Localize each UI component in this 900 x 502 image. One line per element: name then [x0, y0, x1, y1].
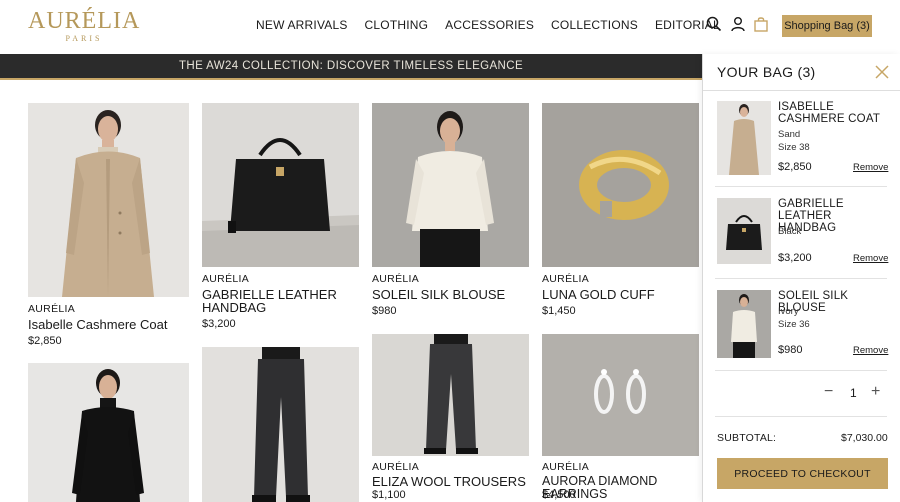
product-brand: AURÉLIA	[372, 273, 420, 285]
cart-item-price: $3,200	[778, 252, 812, 264]
nav-collections[interactable]: COLLECTIONS	[551, 18, 638, 32]
logo-subtitle: PARIS	[65, 34, 103, 43]
product-name[interactable]: ELIZA WOOL TROUSERS	[372, 475, 526, 488]
product-image[interactable]	[542, 103, 699, 267]
cart-item-color: Black	[778, 226, 802, 237]
divider	[703, 90, 900, 91]
product-price: $3,200	[202, 318, 236, 330]
promo-banner[interactable]: THE AW24 COLLECTION: DISCOVER TIMELESS E…	[0, 54, 702, 80]
quantity-value[interactable]: 1	[850, 386, 857, 400]
shopping-bag-button[interactable]: Shopping Bag (3)	[782, 15, 872, 37]
product-brand: AURÉLIA	[372, 461, 420, 473]
bag-icon[interactable]	[753, 16, 771, 34]
cart-item-image[interactable]	[717, 198, 771, 264]
product-price: $1,450	[542, 305, 576, 317]
quantity-decrease-button[interactable]: −	[824, 383, 833, 401]
product-image[interactable]	[202, 103, 359, 267]
subtotal-label: SUBTOTAL:	[717, 432, 777, 444]
cart-item-size: Size 36	[778, 319, 810, 330]
product-name[interactable]: Isabelle Cashmere Coat	[28, 318, 167, 331]
product-card[interactable]: AURÉLIA SOLEIL SILK BLOUSE $980	[372, 103, 529, 335]
product-brand: AURÉLIA	[28, 303, 76, 315]
cart-drawer: YOUR BAG (3) ISABELLE CASHMERE COAT Sand…	[702, 54, 900, 502]
cart-item-color: Ivory	[778, 306, 799, 317]
close-icon[interactable]	[875, 65, 889, 79]
nav-new-arrivals[interactable]: NEW ARRIVALS	[256, 18, 348, 32]
remove-item-button[interactable]: Remove	[853, 253, 888, 264]
account-icon[interactable]	[730, 16, 748, 34]
product-card[interactable]: AURÉLIA LUNA GOLD CUFF $1,450	[542, 103, 699, 335]
divider	[715, 278, 887, 279]
product-price: $2,850	[28, 335, 62, 347]
search-icon[interactable]	[706, 16, 724, 34]
quantity-increase-button[interactable]: +	[871, 383, 880, 401]
remove-item-button[interactable]: Remove	[853, 162, 888, 173]
product-card[interactable]: AURÉLIA ELIZA WOOL TROUSERS $1,100	[372, 334, 529, 502]
product-brand: AURÉLIA	[202, 273, 250, 285]
product-image[interactable]	[372, 103, 529, 267]
cart-item-name[interactable]: ISABELLE CASHMERE COAT	[778, 101, 893, 125]
cart-item-image[interactable]	[717, 290, 771, 358]
product-image[interactable]	[202, 347, 359, 502]
cart-item-image[interactable]	[717, 101, 771, 175]
product-image[interactable]	[28, 103, 189, 297]
divider	[715, 370, 887, 371]
nav-accessories[interactable]: ACCESSORIES	[445, 18, 534, 32]
checkout-button[interactable]: PROCEED TO CHECKOUT	[717, 458, 888, 489]
product-brand: AURÉLIA	[542, 273, 590, 285]
product-price: $4,500	[542, 489, 576, 501]
product-name[interactable]: GABRIELLE LEATHER HANDBAG	[202, 288, 352, 314]
main-nav: NEW ARRIVALS CLOTHING ACCESSORIES COLLEC…	[256, 18, 720, 32]
product-price: $1,100	[372, 489, 406, 501]
product-image[interactable]	[28, 363, 189, 502]
product-card[interactable]: AURÉLIA AURORA DIAMOND EARRINGS $4,500	[542, 334, 699, 502]
site-header: AURÉLIA PARIS NEW ARRIVALS CLOTHING ACCE…	[0, 0, 900, 54]
remove-item-button[interactable]: Remove	[853, 345, 888, 356]
logo-wordmark: AURÉLIA	[28, 8, 141, 34]
nav-clothing[interactable]: CLOTHING	[365, 18, 429, 32]
divider	[715, 416, 887, 417]
cart-item-price: $980	[778, 344, 803, 356]
promo-banner-text: THE AW24 COLLECTION: DISCOVER TIMELESS E…	[178, 60, 524, 72]
product-image[interactable]	[372, 334, 529, 456]
product-brand: AURÉLIA	[542, 461, 590, 473]
cart-item-size: Size 38	[778, 142, 810, 153]
product-image[interactable]	[542, 334, 699, 456]
product-name[interactable]: SOLEIL SILK BLOUSE	[372, 288, 505, 301]
divider	[715, 186, 887, 187]
product-price: $980	[372, 305, 397, 317]
product-card[interactable]: AURÉLIA Isabelle Cashmere Coat $2,850	[28, 103, 189, 348]
cart-item-color: Sand	[778, 129, 801, 140]
product-name[interactable]: LUNA GOLD CUFF	[542, 288, 655, 301]
subtotal-value: $7,030.00	[841, 432, 888, 444]
cart-item-price: $2,850	[778, 161, 812, 173]
product-card[interactable]	[28, 363, 189, 502]
product-card[interactable]: AURÉLIA GABRIELLE LEATHER HANDBAG $3,200	[202, 103, 359, 335]
brand-logo[interactable]: AURÉLIA PARIS	[28, 8, 140, 44]
cart-title: YOUR BAG (3)	[717, 64, 816, 80]
product-card[interactable]	[202, 347, 359, 502]
